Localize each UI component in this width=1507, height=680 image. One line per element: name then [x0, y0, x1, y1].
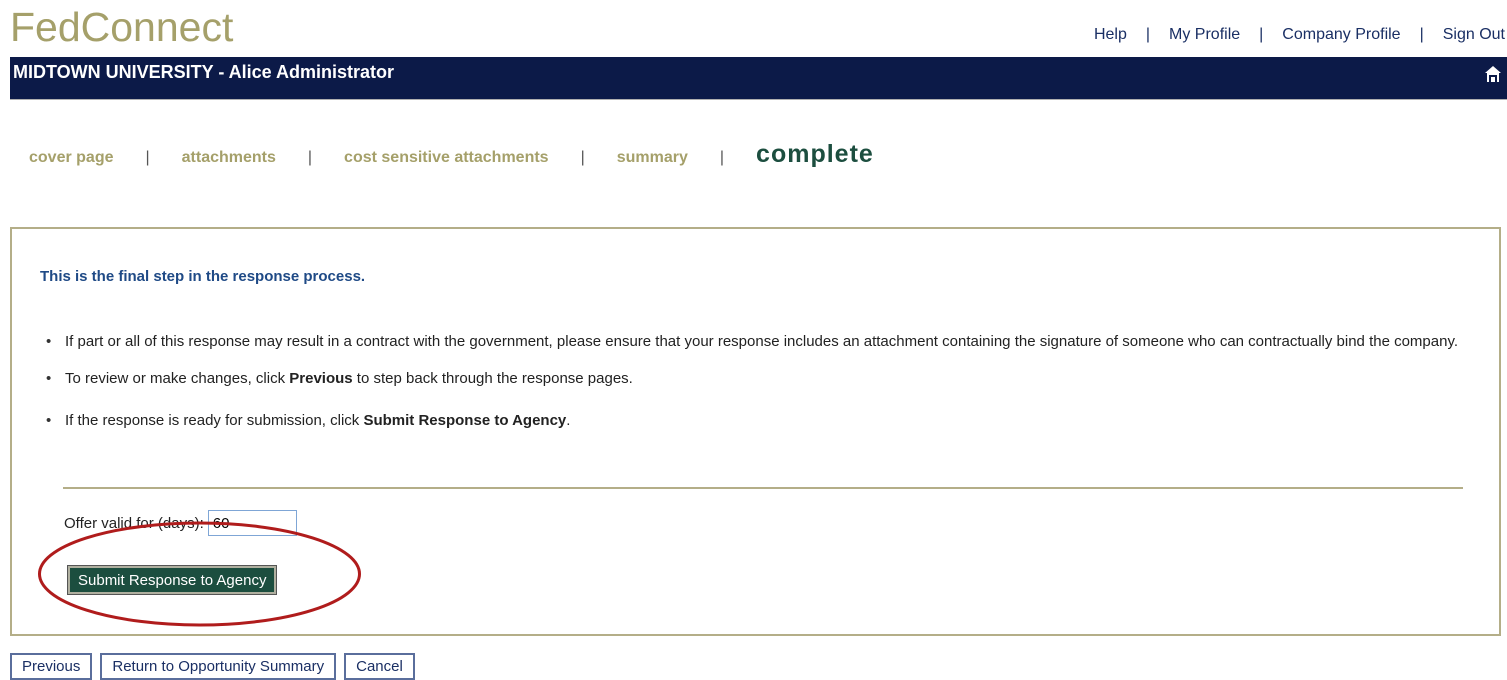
bullet-review-bold: Previous [289, 370, 353, 387]
bullet-review-pre: To review or make changes, click [65, 370, 290, 387]
bullet-submit-pre: If the response is ready for submission,… [65, 412, 364, 429]
offer-valid-row: Offer valid for (days): [64, 510, 297, 536]
bottom-button-bar: Previous Return to Opportunity Summary C… [10, 653, 415, 680]
link-separator: | [1145, 26, 1151, 43]
return-to-opportunity-summary-button[interactable]: Return to Opportunity Summary [100, 653, 337, 680]
top-links: Help | My Profile | Company Profile | Si… [1094, 26, 1505, 44]
offer-valid-days-input[interactable] [207, 510, 297, 536]
list-item: To review or make changes, click Previou… [46, 368, 1466, 389]
step-separator: | [580, 149, 585, 166]
sign-out-link[interactable]: Sign Out [1443, 26, 1505, 44]
fedconnect-logo: FedConnect [10, 4, 234, 50]
step-cost-sensitive-attachments[interactable]: cost sensitive attachments [344, 149, 549, 167]
offer-valid-label: Offer valid for (days): [64, 514, 204, 532]
help-link[interactable]: Help [1094, 26, 1127, 44]
home-icon[interactable] [1484, 65, 1502, 83]
top-navbar: MIDTOWN UNIVERSITY - Alice Administrator [10, 57, 1507, 100]
org-user-label: MIDTOWN UNIVERSITY - Alice Administrator [13, 62, 395, 82]
step-attachments[interactable]: attachments [182, 149, 276, 167]
submit-response-button[interactable]: Submit Response to Agency [66, 565, 278, 595]
bullet-submit-bold: Submit Response to Agency [363, 412, 567, 429]
step-separator: | [145, 149, 150, 166]
company-profile-link[interactable]: Company Profile [1282, 26, 1400, 44]
step-cover-page[interactable]: cover page [29, 149, 113, 167]
step-separator: | [307, 149, 313, 166]
step-complete-current: complete [756, 140, 874, 168]
bullet-submit-post: . [566, 412, 571, 429]
instruction-list: If part or all of this response may resu… [46, 331, 1466, 431]
my-profile-link[interactable]: My Profile [1169, 26, 1240, 44]
final-step-panel: This is the final step in the response p… [10, 227, 1501, 636]
cancel-button[interactable]: Cancel [344, 653, 415, 680]
step-navigation: cover page | attachments | cost sensitiv… [29, 140, 874, 169]
bullet-review-post: to step back through the response pages. [352, 370, 633, 387]
page: FedConnect Help | My Profile | Company P… [0, 0, 1507, 680]
link-separator: | [1259, 26, 1264, 43]
panel-heading: This is the final step in the response p… [40, 268, 366, 285]
link-separator: | [1419, 26, 1424, 43]
previous-button[interactable]: Previous [10, 653, 93, 680]
step-separator: | [719, 149, 725, 166]
step-summary[interactable]: summary [617, 149, 688, 167]
list-item: If part or all of this response may resu… [46, 331, 1466, 352]
bullet-contract-text: If part or all of this response may resu… [65, 333, 1459, 350]
divider [63, 487, 1463, 489]
list-item: If the response is ready for submission,… [46, 410, 1466, 431]
